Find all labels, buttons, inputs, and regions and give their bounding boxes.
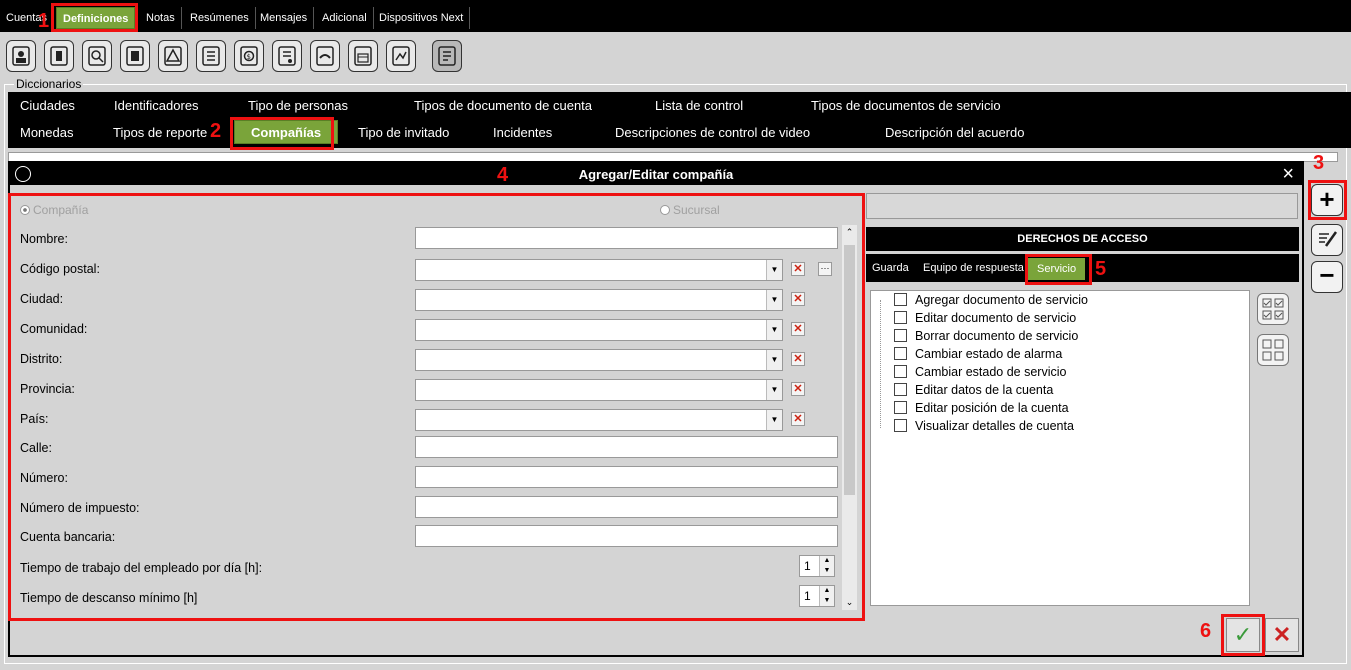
annotation-box-5 [1025, 254, 1092, 285]
permission-item[interactable]: Editar posición de la cuenta [894, 401, 1069, 415]
permission-item[interactable]: Visualizar detalles de cuenta [894, 419, 1074, 433]
check-all-icon[interactable] [1257, 293, 1289, 325]
remove-icon[interactable]: − [1311, 261, 1343, 293]
permission-label: Borrar documento de servicio [915, 329, 1079, 343]
annotation-box-1 [51, 3, 138, 32]
dict-tipo-de-personas[interactable]: Tipo de personas [248, 94, 348, 118]
permission-item[interactable]: Editar documento de servicio [894, 311, 1076, 325]
permission-item[interactable]: Borrar documento de servicio [894, 329, 1078, 343]
person-card-icon[interactable] [6, 40, 36, 72]
main-menu-bar: Cuentas Definiciones Notas Resúmenes Men… [0, 0, 1351, 32]
menu-tab-mensajes[interactable]: Mensajes [254, 7, 315, 29]
annotation-box-2 [230, 117, 334, 150]
access-rights-header: DERECHOS DE ACCESO [866, 227, 1299, 251]
permission-item[interactable]: Cambiar estado de alarma [894, 347, 1062, 361]
permission-label: Agregar documento de servicio [915, 293, 1089, 307]
right-panel-strip [866, 193, 1298, 219]
annotation-number-2: 2 [210, 120, 222, 142]
badge-icon[interactable] [44, 40, 74, 72]
dialog-title-bar: Agregar/Editar compañía × [10, 163, 1302, 185]
dialog-title: Agregar/Editar compañía [578, 167, 734, 182]
search-doc-icon[interactable] [82, 40, 112, 72]
checkbox[interactable] [894, 329, 907, 342]
svg-text:$: $ [247, 53, 251, 61]
dict-monedas[interactable]: Monedas [20, 121, 73, 145]
handshake-doc-icon[interactable] [310, 40, 340, 72]
permission-item[interactable]: Agregar documento de servicio [894, 293, 1088, 307]
dict-descripcion-del-acuerdo[interactable]: Descripción del acuerdo [885, 121, 1024, 145]
warning-doc-icon[interactable] [158, 40, 188, 72]
list-doc-icon[interactable] [196, 40, 226, 72]
permission-label: Cambiar estado de servicio [915, 365, 1067, 379]
dict-incidentes[interactable]: Incidentes [493, 121, 552, 145]
close-icon[interactable]: × [1282, 164, 1294, 184]
checkbox[interactable] [894, 311, 907, 324]
menu-tab-notas[interactable]: Notas [140, 7, 182, 29]
annotation-number-3: 3 [1313, 152, 1325, 174]
checkbox[interactable] [894, 347, 907, 360]
cancel-x-icon[interactable]: ✕ [1265, 618, 1299, 652]
permission-label: Editar documento de servicio [915, 311, 1077, 325]
tab-guarda[interactable]: Guarda [872, 254, 909, 282]
menu-tab-dispositivos-next[interactable]: Dispositivos Next [373, 7, 471, 29]
permission-label: Editar posición de la cuenta [915, 401, 1069, 415]
checkbox[interactable] [894, 293, 907, 306]
checkbox[interactable] [894, 401, 907, 414]
annotation-number-6: 6 [1200, 620, 1212, 642]
money-doc-icon[interactable]: $ [234, 40, 264, 72]
permission-label: Cambiar estado de alarma [915, 347, 1063, 361]
annotation-box-3 [1308, 180, 1347, 220]
annotation-box-6 [1221, 614, 1265, 656]
document-icon[interactable] [432, 40, 462, 72]
uncheck-all-icon[interactable] [1257, 334, 1289, 366]
dict-identificadores[interactable]: Identificadores [114, 94, 199, 118]
calendar-doc-icon[interactable] [348, 40, 378, 72]
id-card-icon[interactable] [120, 40, 150, 72]
edit-icon[interactable] [1311, 224, 1343, 256]
checkbox[interactable] [894, 419, 907, 432]
permission-label: Visualizar detalles de cuenta [915, 419, 1074, 433]
dict-descripciones-control-video[interactable]: Descripciones de control de video [615, 121, 810, 145]
dict-tipos-documento-cuenta[interactable]: Tipos de documento de cuenta [414, 94, 592, 118]
tree-connector [880, 300, 881, 428]
menu-tab-resumenes[interactable]: Resúmenes [184, 7, 256, 29]
annotation-number-5: 5 [1095, 258, 1107, 280]
definitions-toolbar: $ [0, 32, 1351, 78]
menu-tab-adicional[interactable]: Adicional [316, 7, 374, 29]
annotation-box-4 [8, 193, 865, 621]
dict-tipos-de-reporte[interactable]: Tipos de reporte [113, 121, 207, 145]
dict-lista-de-control[interactable]: Lista de control [655, 94, 743, 118]
report-doc-icon[interactable] [272, 40, 302, 72]
dict-tipos-documentos-servicio[interactable]: Tipos de documentos de servicio [811, 94, 1001, 118]
checkbox[interactable] [894, 383, 907, 396]
annotation-number-4: 4 [497, 164, 509, 186]
permission-item[interactable]: Editar datos de la cuenta [894, 383, 1053, 397]
dict-tipo-de-invitado[interactable]: Tipo de invitado [358, 121, 449, 145]
permission-label: Editar datos de la cuenta [915, 383, 1054, 397]
map-doc-icon[interactable] [386, 40, 416, 72]
dictionaries-label: Diccionarios [14, 77, 84, 91]
annotation-number-1: 1 [38, 10, 50, 32]
permission-item[interactable]: Cambiar estado de servicio [894, 365, 1066, 379]
tab-equipo-de-respuesta[interactable]: Equipo de respuesta [923, 254, 1024, 282]
dict-ciudades[interactable]: Ciudades [20, 94, 75, 118]
checkbox[interactable] [894, 365, 907, 378]
